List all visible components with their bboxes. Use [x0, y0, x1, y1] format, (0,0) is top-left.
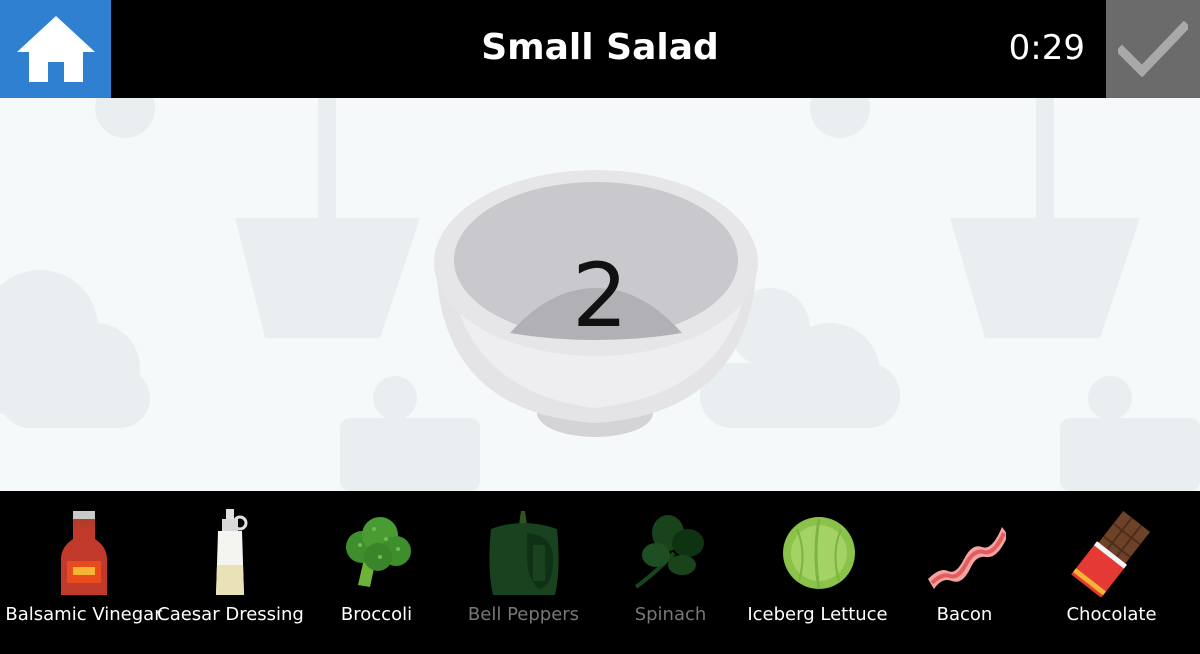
home-icon: [16, 16, 95, 82]
ingredient-broccoli[interactable]: Broccoli: [303, 491, 450, 654]
ingredient-label: Bell Peppers: [467, 604, 580, 625]
ingredient-label: Spinach: [634, 604, 707, 625]
bowl-ingredient-count: 2: [572, 244, 628, 347]
home-button[interactable]: [0, 0, 111, 98]
caesar-dressing-icon: [216, 509, 248, 595]
chocolate-icon: [1071, 511, 1151, 597]
ingredient-bacon[interactable]: Bacon: [891, 491, 1038, 654]
balsamic-vinegar-icon: [61, 511, 107, 595]
ingredient-label: Balsamic Vinegar: [5, 604, 162, 625]
ingredient-label: Chocolate: [1066, 604, 1157, 625]
ingredient-chocolate[interactable]: Chocolate: [1038, 491, 1185, 654]
ingredient-tray: Balsamic Vinegar Caesar Dressing Broccol…: [0, 491, 1200, 654]
done-button[interactable]: [1106, 0, 1200, 98]
ingredient-label: Iceberg Lettuce: [747, 604, 888, 625]
ingredient-iceberg-lettuce[interactable]: Iceberg Lettuce: [744, 491, 891, 654]
top-bar: Small Salad 0:29: [0, 0, 1200, 98]
spinach-icon: [634, 515, 704, 589]
ingredient-label: Caesar Dressing: [157, 604, 304, 625]
ingredient-label: Broccoli: [340, 604, 413, 625]
ingredient-label: Bacon: [936, 604, 993, 625]
salad-stage: 2: [0, 98, 1200, 491]
ingredient-spinach[interactable]: Spinach: [597, 491, 744, 654]
checkmark-icon: [1118, 21, 1188, 77]
bell-pepper-icon: [489, 511, 559, 595]
lettuce-icon: [783, 517, 855, 590]
countdown-timer: 0:29: [1008, 28, 1085, 68]
page-title: Small Salad: [481, 27, 719, 68]
bacon-icon: [928, 527, 1006, 589]
broccoli-icon: [346, 517, 411, 587]
ingredient-caesar-dressing[interactable]: Caesar Dressing: [157, 491, 304, 654]
ingredient-bell-peppers[interactable]: Bell Peppers: [450, 491, 597, 654]
ingredient-balsamic-vinegar[interactable]: Balsamic Vinegar: [5, 491, 162, 654]
